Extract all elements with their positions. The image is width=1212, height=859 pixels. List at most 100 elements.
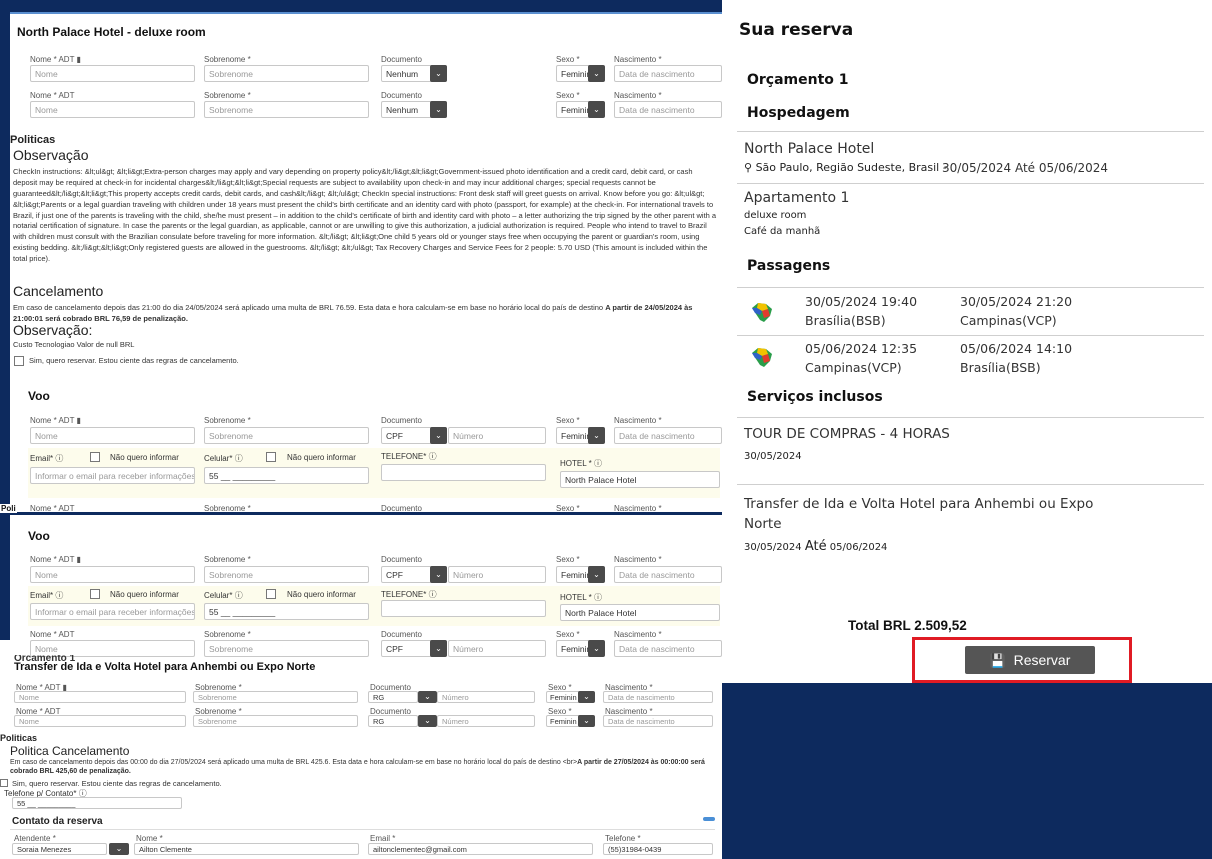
stray-politicas-fragment: Poli xyxy=(0,504,17,513)
telefone-input[interactable] xyxy=(381,600,546,617)
sobrenome-input[interactable]: Sobrenome xyxy=(204,65,369,82)
celular-input[interactable]: 55 __ _________ xyxy=(204,603,369,620)
chevron-down-icon[interactable]: ⌄ xyxy=(588,566,605,583)
nascimento-input[interactable]: Data de nascimento xyxy=(614,65,722,82)
sobrenome-input[interactable]: Sobrenome xyxy=(204,640,369,657)
hotel-input[interactable]: North Palace Hotel xyxy=(560,471,720,488)
documento-label: Documento xyxy=(381,504,422,512)
email-contato-input[interactable]: ailtonclementec@gmail.com xyxy=(368,843,593,855)
numero-input[interactable]: Número xyxy=(448,566,546,583)
nome-input[interactable]: Nome xyxy=(30,427,195,444)
hotel-label: HOTEL * ⓘ xyxy=(560,459,602,468)
cancelamento-text: Em caso de cancelamento depois das 21:00… xyxy=(13,303,693,323)
nascimento-input[interactable]: Data de nascimento xyxy=(614,640,722,657)
chevron-down-icon[interactable]: ⌄ xyxy=(588,640,605,657)
nascimento-input[interactable]: Data de nascimento xyxy=(603,691,713,703)
sobrenome-input[interactable]: Sobrenome xyxy=(204,101,369,118)
nascimento-input[interactable]: Data de nascimento xyxy=(614,101,722,118)
sobrenome-label: Sobrenome * xyxy=(204,630,251,639)
chevron-down-icon[interactable]: ⌄ xyxy=(430,427,447,444)
sexo-select[interactable]: Feminin xyxy=(546,691,581,703)
custo-text: Custo Tecnologiao Valor de null BRL xyxy=(13,340,135,349)
divider xyxy=(10,829,715,830)
celular-input[interactable]: 55 __ _________ xyxy=(204,467,369,484)
sobrenome-input[interactable]: Sobrenome xyxy=(193,715,358,727)
chevron-down-icon[interactable]: ⌄ xyxy=(430,566,447,583)
telefone-contato-input[interactable]: 55 __ _________ xyxy=(12,797,182,809)
chevron-down-icon[interactable]: ⌄ xyxy=(109,843,129,855)
nao-quero-checkbox[interactable] xyxy=(90,589,100,599)
documento-select[interactable]: RG xyxy=(368,715,418,727)
nome-contato-input[interactable]: Ailton Clemente xyxy=(134,843,359,855)
accept-checkbox[interactable] xyxy=(0,779,8,787)
telefone-contato2-input[interactable]: (55)31984-0439 xyxy=(603,843,713,855)
numero-input[interactable]: Número xyxy=(437,715,535,727)
hotel-label: HOTEL * ⓘ xyxy=(560,593,602,602)
hospedagem-heading: Hospedagem xyxy=(747,105,850,121)
departure-place: Campinas(VCP) xyxy=(805,360,902,375)
nao-quero-checkbox[interactable] xyxy=(266,452,276,462)
arrival-time: 05/06/2024 14:10 xyxy=(960,341,1073,356)
nome-input[interactable]: Nome xyxy=(30,65,195,82)
numero-input[interactable]: Número xyxy=(448,640,546,657)
chevron-down-icon[interactable]: ⌄ xyxy=(588,65,605,82)
nome-label: Nome * ADT xyxy=(30,630,75,639)
nome-input[interactable]: Nome xyxy=(30,566,195,583)
airline-logo-icon xyxy=(752,303,772,322)
politica-cancelamento-heading: Politica Cancelamento xyxy=(10,744,130,758)
nao-quero-checkbox[interactable] xyxy=(266,589,276,599)
passagens-heading: Passagens xyxy=(747,258,831,274)
accept-label: Sim, quero reservar. Estou ciente das re… xyxy=(29,356,239,365)
airline-logo-icon xyxy=(752,348,772,367)
numero-input[interactable]: Número xyxy=(437,691,535,703)
hotel-location: ⚲ São Paulo, Região Sudeste, Brasil - xyxy=(744,161,947,174)
edit-icon[interactable] xyxy=(703,817,715,821)
sobrenome-input[interactable]: Sobrenome xyxy=(204,566,369,583)
nascimento-input[interactable]: Data de nascimento xyxy=(614,427,722,444)
atendente-select[interactable]: Soraia Menezes xyxy=(12,843,107,855)
nome-input[interactable]: Nome xyxy=(14,691,186,703)
hotel-form-title: North Palace Hotel - deluxe room xyxy=(17,25,206,39)
nome-input[interactable]: Nome xyxy=(30,101,195,118)
chevron-down-icon[interactable]: ⌄ xyxy=(430,101,447,118)
numero-input[interactable]: Número xyxy=(448,427,546,444)
nao-quero-checkbox[interactable] xyxy=(90,452,100,462)
chevron-down-icon[interactable]: ⌄ xyxy=(430,65,447,82)
chevron-down-icon[interactable]: ⌄ xyxy=(430,640,447,657)
telefone-input[interactable] xyxy=(381,464,546,481)
departure-place: Brasília(BSB) xyxy=(805,313,886,328)
chevron-down-icon[interactable]: ⌄ xyxy=(578,691,595,703)
nascimento-input[interactable]: Data de nascimento xyxy=(603,715,713,727)
nome-input[interactable]: Nome xyxy=(14,715,186,727)
chevron-down-icon[interactable]: ⌄ xyxy=(588,101,605,118)
sobrenome-input[interactable]: Sobrenome xyxy=(193,691,358,703)
documento-select[interactable]: RG xyxy=(368,691,418,703)
map-pin-icon: ⚲ xyxy=(744,161,753,174)
sexo-select[interactable]: Feminin xyxy=(546,715,581,727)
info-icon: ⓘ xyxy=(428,590,437,599)
chevron-down-icon[interactable]: ⌄ xyxy=(588,427,605,444)
email-input[interactable]: Informar o email para receber informaçõe… xyxy=(30,603,195,620)
nascimento-label: Nascimento * xyxy=(614,416,662,425)
nascimento-input[interactable]: Data de nascimento xyxy=(614,566,722,583)
email-input[interactable]: Informar o email para receber informaçõe… xyxy=(30,467,195,484)
info-icon: ⓘ xyxy=(55,591,64,600)
nome-label: Nome * ADT xyxy=(30,504,75,512)
hotel-input[interactable]: North Palace Hotel xyxy=(560,604,720,621)
arrival-time: 30/05/2024 21:20 xyxy=(960,294,1073,309)
celular-label: Celular* ⓘ xyxy=(204,454,243,463)
sobrenome-label: Sobrenome * xyxy=(204,55,251,64)
chevron-down-icon[interactable]: ⌄ xyxy=(418,715,437,727)
info-icon: ⓘ xyxy=(234,454,243,463)
divider xyxy=(737,131,1204,132)
chevron-down-icon[interactable]: ⌄ xyxy=(578,715,595,727)
chevron-down-icon[interactable]: ⌄ xyxy=(418,691,437,703)
accept-label: Sim, quero reservar. Estou ciente das re… xyxy=(12,779,222,788)
nascimento-label: Nascimento * xyxy=(614,504,662,512)
reservar-button[interactable]: 💾 Reservar xyxy=(965,646,1095,674)
accept-checkbox[interactable] xyxy=(14,356,24,366)
sobrenome-label: Sobrenome * xyxy=(204,504,251,512)
sobrenome-input[interactable]: Sobrenome xyxy=(204,427,369,444)
email-label: Email* ⓘ xyxy=(30,454,64,463)
info-icon: ⓘ xyxy=(55,454,64,463)
